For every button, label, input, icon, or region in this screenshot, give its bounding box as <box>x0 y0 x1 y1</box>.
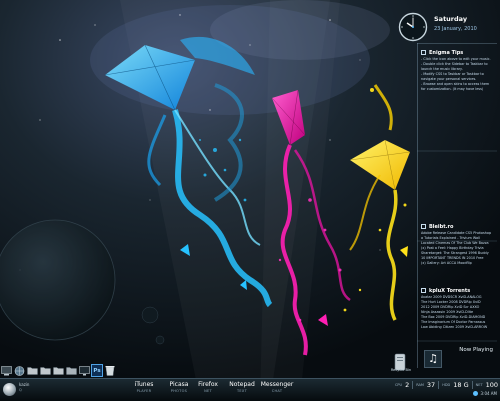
clock-gadget[interactable]: Saturday 23 January, 2010 <box>398 12 498 44</box>
torrents-title: kpluX Torrents <box>429 287 471 294</box>
photoshop-icon[interactable]: Ps <box>91 364 103 377</box>
news-feed[interactable]: Bleibt.ro Adobe Release Candidate CS5 Ph… <box>421 222 497 266</box>
recycle-bin-icon[interactable] <box>104 364 116 377</box>
desktop-icon-label: Recycle Bin <box>390 368 412 372</box>
tray-clock[interactable]: 3:04 AM <box>481 391 497 396</box>
rss-icon <box>421 288 426 293</box>
photoshop-label: Ps <box>93 367 101 374</box>
start-button[interactable] <box>3 383 16 396</box>
stat-value: 100 <box>485 381 498 389</box>
tips-icon <box>421 50 426 55</box>
folder-icon[interactable] <box>26 364 38 377</box>
monitor-icon[interactable] <box>78 364 90 377</box>
folder-icon[interactable] <box>52 364 64 377</box>
torrents-feed[interactable]: kpluX Torrents Avatar 2009 DVDSCR XviD-A… <box>421 286 497 330</box>
music-note-icon[interactable]: ♫ <box>424 350 442 368</box>
computer-icon[interactable] <box>0 364 12 377</box>
dock: Ps <box>0 360 116 377</box>
clock-date: 23 January, 2010 <box>434 26 477 32</box>
stat-value: 18 G <box>453 381 469 389</box>
system-stats: CPU 2 RAM 37 HDD 18 G NET 100 <box>395 380 498 390</box>
list-item: for customization. (It may have less) <box>421 87 484 91</box>
start-label: kazin <box>19 382 30 387</box>
taskbar: kazin Q iTunes PLAYER Picasa PHOTOS Fire… <box>0 378 500 401</box>
stat-label: RAM <box>416 383 424 387</box>
stat-label: HDD <box>442 383 451 387</box>
stat-label: NET <box>475 383 483 387</box>
stat-value: 37 <box>426 381 436 389</box>
clock-day: Saturday <box>434 15 468 23</box>
tips-title: Enigma Tips <box>429 49 464 56</box>
rss-icon <box>421 224 426 229</box>
system-tray: 3:04 AM <box>472 391 497 396</box>
network-status-icon[interactable] <box>472 391 478 396</box>
folder-icon[interactable] <box>39 364 51 377</box>
stat-label: CPU <box>394 383 403 387</box>
list-item[interactable]: (x) Gallery: Art ACCA Moodflip <box>421 261 497 266</box>
now-playing-label: Now Playing <box>459 347 493 353</box>
folder-icon[interactable] <box>65 364 77 377</box>
start-sub: Q <box>19 388 22 392</box>
network-icon[interactable] <box>13 364 25 377</box>
list-item[interactable]: Law Abiding Citizen 2009 XviD-ARROW <box>421 325 497 330</box>
stat-value: 2 <box>405 381 410 389</box>
analog-clock-icon <box>398 12 428 42</box>
news-title: Bleibt.ro <box>429 223 454 230</box>
tips-feed[interactable]: Enigma Tips - Click the icon above to ed… <box>421 48 497 92</box>
now-playing-widget[interactable]: Now Playing ♫ <box>421 345 497 372</box>
taskbar-app-messenger[interactable]: Messenger CHAT <box>253 381 301 393</box>
